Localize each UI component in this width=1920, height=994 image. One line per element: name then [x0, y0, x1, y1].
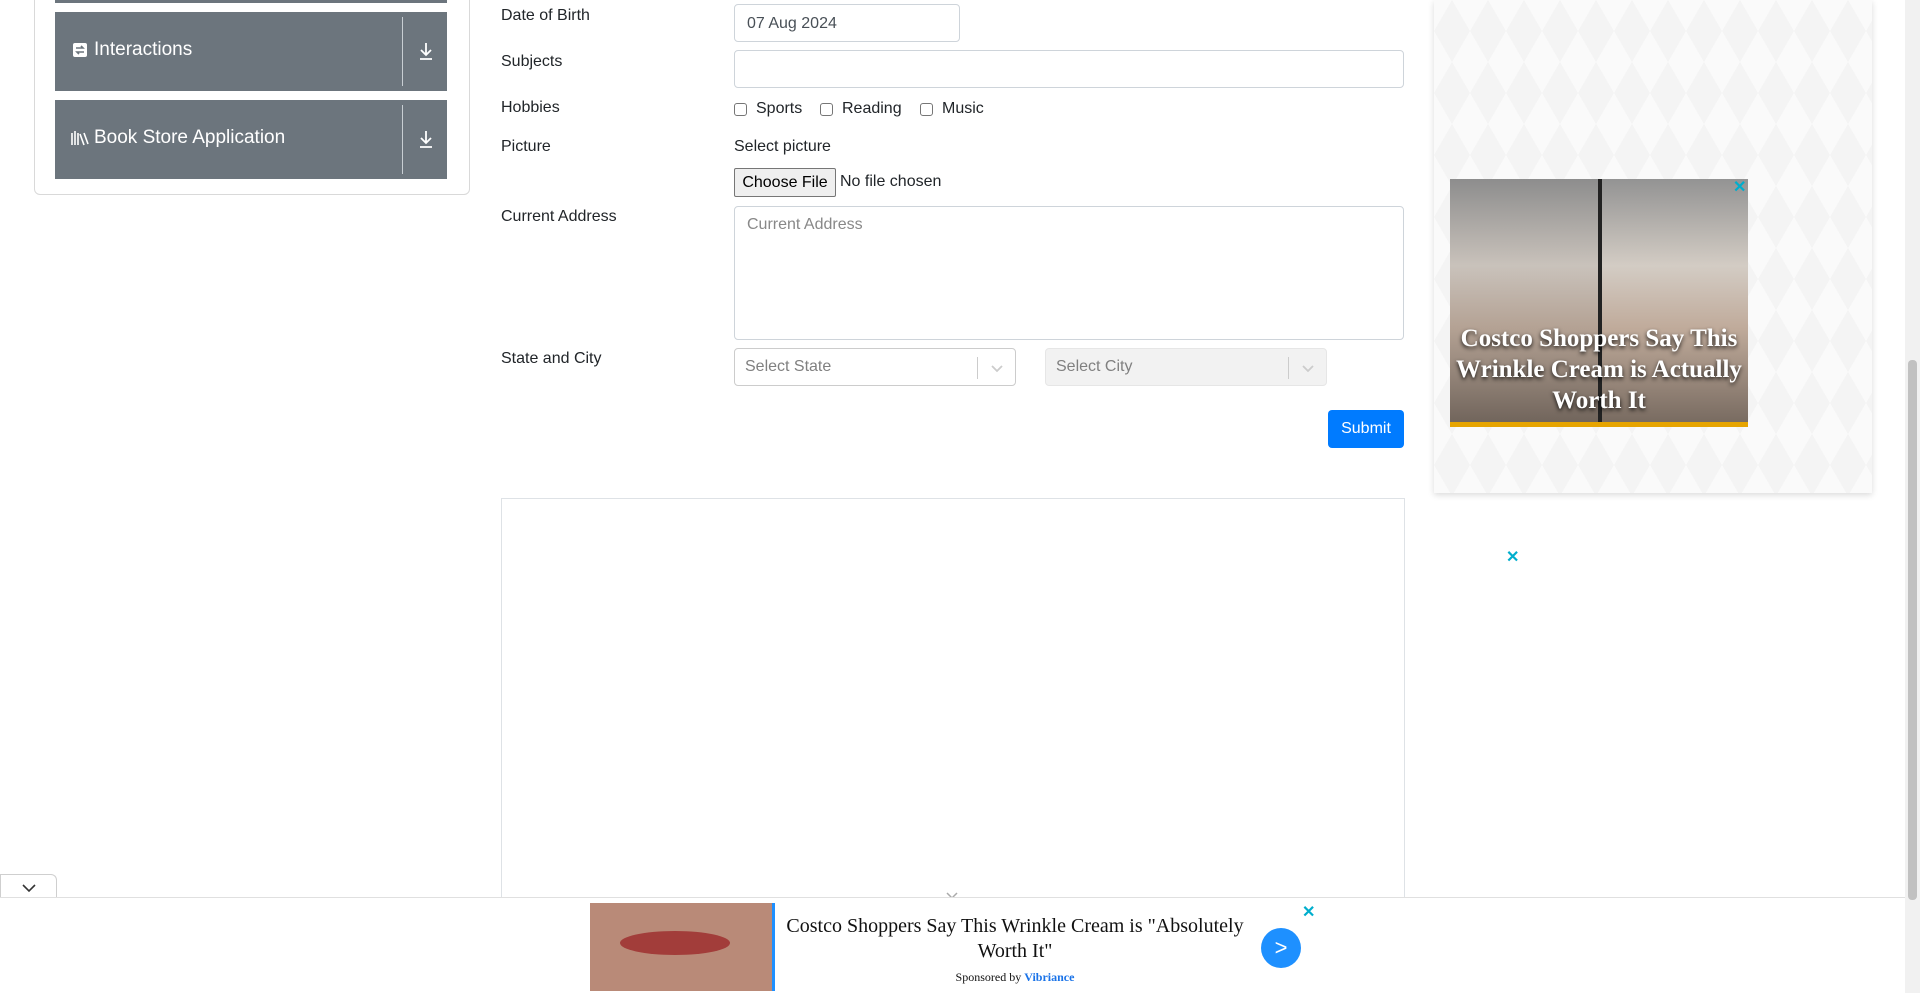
side-ad[interactable]: Costco Shoppers Say This Wrinkle Cream i… [1450, 179, 1748, 427]
sidebar-group-collapsed-edge[interactable] [55, 0, 447, 3]
divider [402, 105, 403, 174]
sponsor-brand[interactable]: Vibriance [1024, 970, 1074, 984]
download-icon[interactable] [417, 40, 435, 62]
divider [402, 17, 403, 86]
hobby-label: Reading [842, 100, 902, 117]
lips-shape [620, 931, 730, 955]
current-address-label: Current Address [501, 208, 617, 225]
ad-accent-bar [1450, 422, 1748, 427]
collapse-ad-button[interactable] [0, 874, 57, 899]
hobby-music-checkbox[interactable]: Music [920, 100, 984, 118]
ad-headline: Costco Shoppers Say This Wrinkle Cream i… [1456, 325, 1742, 414]
close-icon[interactable]: ✕ [1506, 547, 1519, 567]
bottom-ad-headline[interactable]: Costco Shoppers Say This Wrinkle Cream i… [780, 914, 1250, 964]
sponsored-by-label: Sponsored by [955, 970, 1022, 984]
checkbox-icon [920, 102, 933, 116]
sponsor-line: Sponsored by Vibriance [780, 970, 1250, 985]
select-picture-label: Select picture [734, 138, 831, 155]
scrollbar-thumb[interactable] [1908, 360, 1917, 900]
divider [1288, 357, 1289, 379]
hobby-label: Sports [756, 100, 803, 117]
checkbox-icon [820, 102, 833, 116]
dob-value: 07 Aug 2024 [747, 15, 837, 32]
hobby-label: Music [942, 100, 984, 117]
ad-go-button[interactable]: > [1261, 928, 1301, 968]
current-address-textarea[interactable]: Current Address [734, 206, 1404, 340]
hobby-sports-checkbox[interactable]: Sports [734, 100, 802, 118]
ad-photo[interactable] [590, 903, 772, 991]
dob-input[interactable]: 07 Aug 2024 [734, 4, 960, 42]
sidebar-group-label: Book Store Application [94, 127, 286, 148]
city-placeholder: Select City [1056, 358, 1133, 375]
sidebar-group-label: Interactions [94, 39, 193, 60]
empty-ad-frame [501, 498, 1405, 918]
city-select[interactable]: Select City [1045, 348, 1327, 386]
file-status: No file chosen [840, 173, 942, 190]
download-icon[interactable] [417, 128, 435, 150]
ad-accent-bar [772, 903, 775, 991]
close-icon[interactable]: ✕ [1302, 902, 1315, 922]
chevron-down-icon [1300, 360, 1316, 376]
address-placeholder: Current Address [747, 216, 863, 233]
chevron-down-icon [989, 360, 1005, 376]
sidebar-group-interactions[interactable]: Interactions [55, 12, 447, 91]
state-placeholder: Select State [745, 358, 832, 375]
subjects-label: Subjects [501, 53, 563, 70]
book-store-icon [71, 129, 89, 147]
dob-label: Date of Birth [501, 7, 590, 24]
hobby-reading-checkbox[interactable]: Reading [820, 100, 902, 118]
divider [977, 357, 978, 379]
sidebar-group-book-store[interactable]: Book Store Application [55, 100, 447, 179]
hobbies-label: Hobbies [501, 99, 560, 116]
subjects-input[interactable] [734, 50, 1404, 88]
picture-label: Picture [501, 138, 551, 155]
interactions-icon [71, 41, 89, 59]
checkbox-icon [734, 102, 747, 116]
state-city-label: State and City [501, 350, 602, 367]
submit-button[interactable]: Submit [1328, 410, 1404, 448]
choose-file-button[interactable]: Choose File [734, 168, 836, 197]
close-icon[interactable]: ✕ [1733, 177, 1746, 197]
state-select[interactable]: Select State [734, 348, 1016, 386]
